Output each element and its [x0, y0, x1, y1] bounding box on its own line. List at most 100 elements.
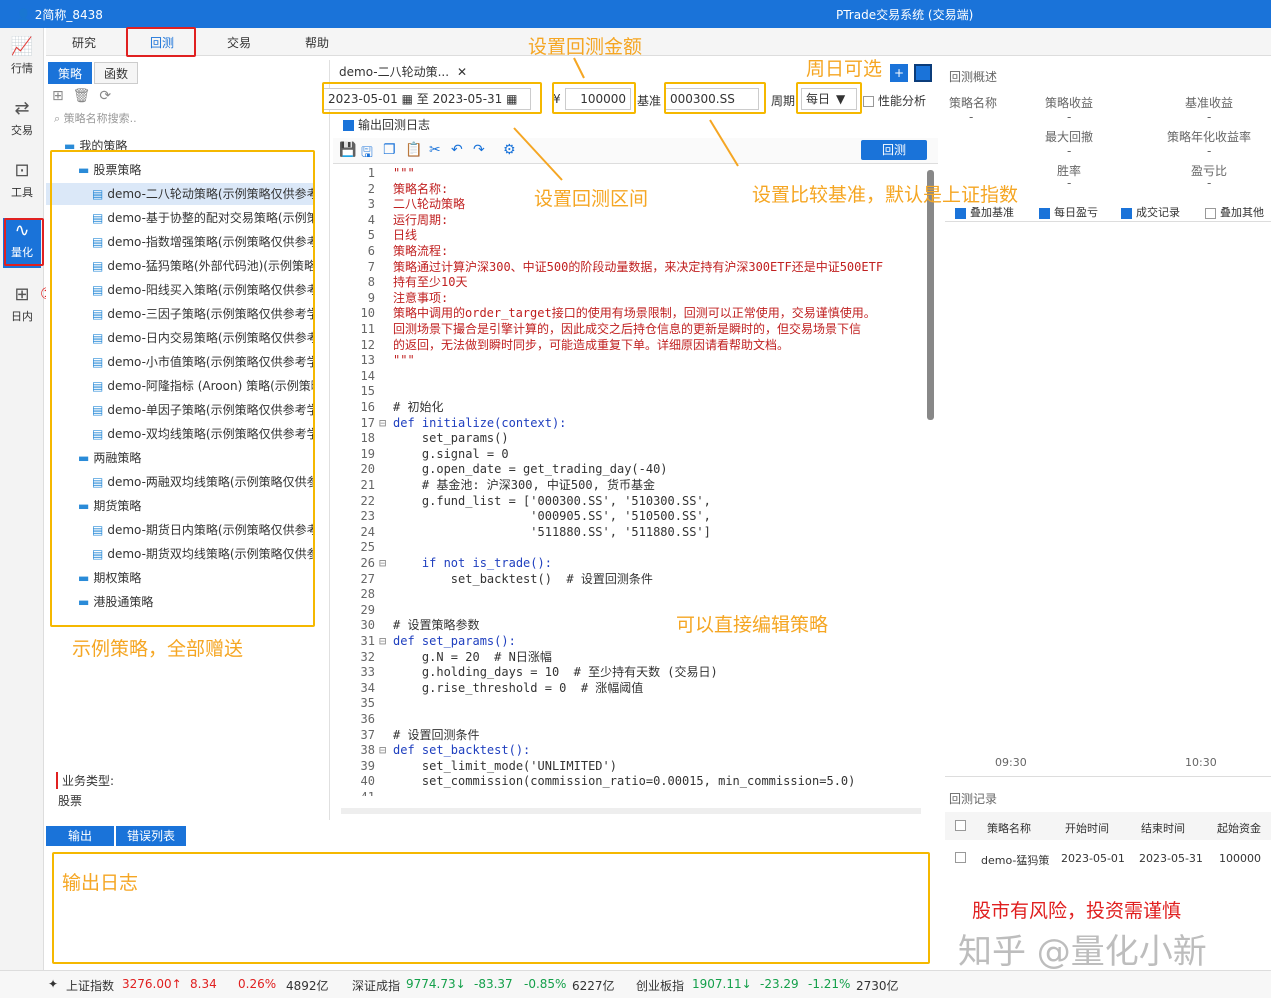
- menu-help[interactable]: 帮助: [305, 34, 329, 51]
- add-icon[interactable]: ⊞: [52, 88, 64, 104]
- annotation-risk: 股市有风险，投资需谨慎: [972, 900, 1182, 922]
- menu-trade[interactable]: 交易: [227, 34, 251, 51]
- index-price: 9774.73↓: [406, 977, 466, 991]
- code-line: 18 set_params(): [333, 431, 925, 447]
- output-log-checkbox[interactable]: 输出回测日志: [343, 116, 430, 133]
- metric-value: -: [1067, 176, 1072, 190]
- intraday-icon: ⊞: [14, 284, 30, 305]
- row-checkbox[interactable]: [955, 852, 966, 863]
- fold-icon[interactable]: ⊟: [379, 634, 393, 650]
- save-as-icon[interactable]: 🖫: [361, 142, 373, 166]
- index-volume: 2730亿: [856, 979, 899, 993]
- pin-icon[interactable]: ✦: [48, 977, 58, 991]
- line-number: 25: [360, 540, 375, 555]
- save-icon[interactable]: 💾: [339, 142, 356, 158]
- file-tab[interactable]: demo-二八轮动策... ✕: [333, 60, 468, 84]
- layout-button[interactable]: [914, 64, 932, 82]
- code-text: 策略中调用的order_target接口的使用有场景限制，回测可以正常使用，交易…: [393, 306, 876, 321]
- undo-icon[interactable]: ↶: [451, 142, 463, 158]
- code-line: 22 g.fund_list = ['000300.SS', '510300.S…: [333, 494, 925, 510]
- code-text: 运行周期:: [393, 212, 449, 227]
- check-label: 叠加基准: [970, 206, 1014, 219]
- nav-item-intraday[interactable]: ⊞ 日内: [3, 282, 41, 332]
- code-text: set_limit_mode('UNLIMITED'): [393, 758, 617, 773]
- time-tick: 09:30: [995, 756, 1027, 769]
- line-number: 35: [360, 696, 375, 711]
- code-editor[interactable]: 1 """ 2 策略名称: 3 二八轮动策略 4 运行周期: 5 日线 6 策略流程: 7 策略通过计算沪…: [333, 166, 925, 796]
- user-label[interactable]: 👤 2简称_8438: [16, 6, 103, 23]
- strategy-search[interactable]: ⌕ 策略名称搜索..: [54, 110, 314, 132]
- line-number: 6: [367, 244, 375, 258]
- line-number: 13: [360, 353, 375, 368]
- fold-icon[interactable]: ⊟: [379, 556, 393, 572]
- output-tabs: 输出 错误列表: [46, 826, 186, 846]
- tab-errors[interactable]: 错误列表: [116, 826, 186, 846]
- highlight-period: [796, 82, 862, 114]
- table-row[interactable]: demo-猛犸策 2023-05-01 2023-05-31 100000: [945, 846, 1271, 870]
- overlay-benchmark-checkbox[interactable]: 叠加基准: [955, 204, 1014, 220]
- line-number: 15: [360, 384, 375, 399]
- nav-item-market[interactable]: 📈 行情: [3, 34, 41, 84]
- backtest-button[interactable]: 回测: [861, 140, 927, 160]
- backtest-overview-panel: 回测概述 策略名称 - 策略收益 - 基准收益 - 最大回撤 - 策略年化收益率…: [945, 60, 1271, 970]
- code-line: 28: [333, 587, 925, 603]
- code-text: 回测场景下撮合是引擎计算的，因此成交之后持仓信息的更新是瞬时的，但交易场景下信: [393, 322, 862, 336]
- tab-functions[interactable]: 函数: [94, 62, 138, 84]
- col-header: 起始资金: [1217, 822, 1261, 835]
- paste-icon[interactable]: 📋: [405, 142, 422, 158]
- menu-research[interactable]: 研究: [72, 34, 96, 51]
- overview-title: 回测概述: [949, 70, 998, 84]
- metric-label: 最大回撤: [1045, 130, 1094, 144]
- search-placeholder: 策略名称搜索..: [63, 112, 137, 125]
- price-value: 9774.73: [406, 977, 456, 991]
- copy-icon[interactable]: ❐: [383, 142, 396, 158]
- daily-pnl-checkbox[interactable]: 每日盈亏: [1039, 204, 1098, 220]
- code-hscrollbar[interactable]: [341, 808, 921, 814]
- tab-strategy[interactable]: 策略: [48, 62, 92, 84]
- metric-label: 基准收益: [1185, 96, 1234, 110]
- code-text: '511880.SS', '511880.SS']: [393, 524, 711, 539]
- highlight-quant: [4, 218, 44, 266]
- overlay-other-checkbox[interactable]: 叠加其他: [1205, 204, 1264, 220]
- fold-icon[interactable]: ⊟: [379, 416, 393, 432]
- close-icon[interactable]: ✕: [457, 65, 467, 79]
- records-title: 回测记录: [949, 792, 998, 806]
- code-line: 38 ⊟ def set_backtest():: [333, 743, 925, 759]
- line-number: 26: [360, 556, 375, 570]
- line-number: 16: [360, 400, 375, 414]
- line-number: 31: [360, 634, 375, 648]
- fold-icon[interactable]: ⊟: [379, 743, 393, 759]
- redo-icon[interactable]: ↷: [473, 142, 485, 158]
- code-line: 9 注意事项:: [333, 291, 925, 307]
- perf-label: 性能分析: [878, 94, 927, 108]
- col-header: 开始时间: [1065, 822, 1109, 835]
- nav-label: 工具: [11, 186, 33, 199]
- select-all-checkbox[interactable]: [955, 820, 966, 831]
- perf-analysis-checkbox[interactable]: 性能分析: [863, 92, 926, 109]
- cut-icon[interactable]: ✂: [429, 142, 441, 158]
- code-text: g.signal = 0: [393, 446, 509, 461]
- code-text: g.open_date = get_trading_day(-40): [393, 462, 668, 477]
- checkbox-icon: [863, 96, 874, 107]
- code-scrollbar[interactable]: [927, 170, 934, 420]
- code-line: 26 ⊟ if not is_trade():: [333, 556, 925, 572]
- code-text: 策略流程:: [393, 244, 449, 258]
- tab-output[interactable]: 输出: [46, 826, 114, 846]
- line-number: 17: [360, 415, 375, 430]
- price-value: 3276.00: [122, 977, 172, 991]
- annotation-log: 输出日志: [62, 872, 139, 894]
- delete-icon[interactable]: 🗑: [73, 88, 91, 104]
- nav-item-trade[interactable]: ⇄ 交易: [3, 96, 41, 146]
- code-text: g.rise_threshold = 0 # 涨幅阈值: [393, 680, 644, 695]
- checkbox-icon: [955, 207, 966, 219]
- refresh-icon[interactable]: ⟳: [99, 88, 111, 104]
- add-button[interactable]: +: [890, 64, 908, 82]
- code-line: 32 g.N = 20 # N日涨幅: [333, 650, 925, 666]
- trade-records-checkbox[interactable]: 成交记录: [1121, 204, 1180, 220]
- code-text: 注意事项:: [393, 290, 449, 305]
- line-number: 8: [367, 275, 375, 290]
- nav-item-tools[interactable]: ⊡ 工具: [3, 158, 41, 208]
- menu-bar: 研究 回测 交易 帮助: [46, 28, 1271, 56]
- line-number: 27: [360, 571, 375, 586]
- period-label: 周期: [771, 94, 796, 108]
